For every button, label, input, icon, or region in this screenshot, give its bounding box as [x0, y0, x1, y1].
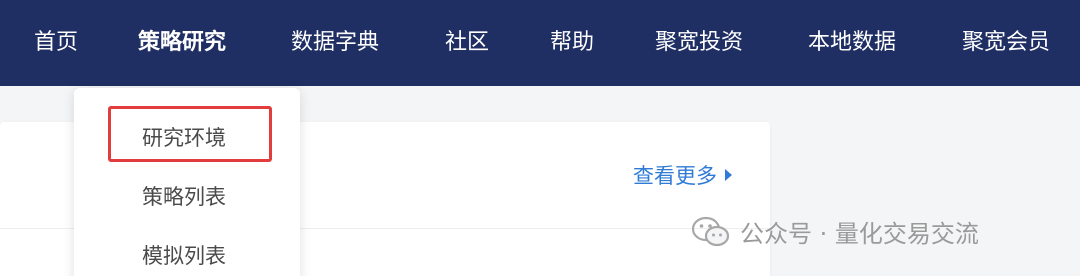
watermark-text: 公众号 · 量化交易交流 [740, 220, 979, 248]
nav-item-membership[interactable]: 聚宽会员 [962, 0, 1050, 86]
nav-item-joinquant-invest[interactable]: 聚宽投资 [655, 0, 743, 86]
nav-item-home[interactable]: 首页 [34, 0, 78, 86]
watermark: 公众号 · 量化交易交流 [692, 214, 979, 249]
see-more-link[interactable]: 查看更多 [633, 160, 732, 190]
wechat-icon [692, 216, 730, 246]
nav-item-help[interactable]: 帮助 [550, 0, 594, 86]
nav-item-community[interactable]: 社区 [445, 0, 489, 86]
nav-item-data-dictionary[interactable]: 数据字典 [291, 0, 379, 86]
nav-item-local-data[interactable]: 本地数据 [808, 0, 896, 86]
see-more-label: 查看更多 [633, 164, 717, 188]
nav-item-strategy-research[interactable]: 策略研究 [138, 0, 226, 86]
dropdown-item-strategy-list[interactable]: 策略列表 [142, 181, 226, 211]
dropdown-item-simulation-list[interactable]: 模拟列表 [142, 240, 226, 270]
highlight-box [108, 106, 272, 162]
top-navbar: 首页 策略研究 数据字典 社区 帮助 聚宽投资 本地数据 聚宽会员 [0, 0, 1080, 86]
caret-right-icon [725, 169, 732, 181]
